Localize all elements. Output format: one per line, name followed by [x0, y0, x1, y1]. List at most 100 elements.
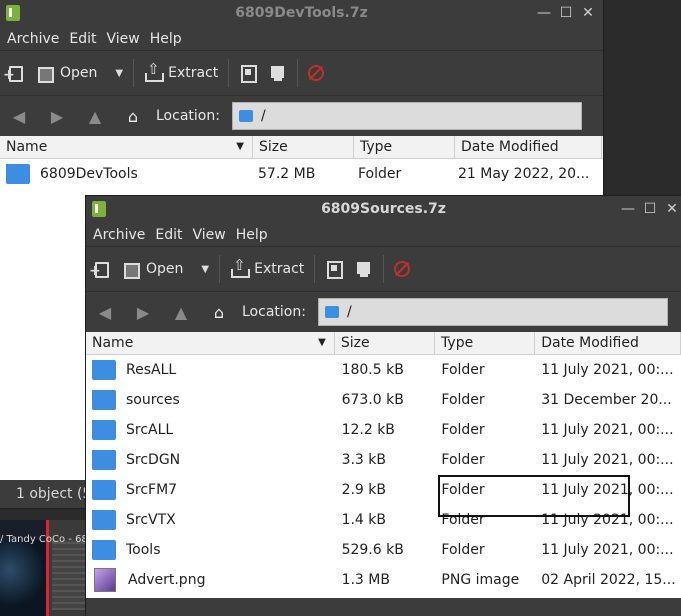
column-header-name[interactable]: Name ▼	[0, 136, 253, 158]
add-files-button[interactable]	[86, 251, 116, 287]
menu-edit[interactable]: Edit	[150, 224, 187, 246]
table-row[interactable]: sources 673.0 kB Folder 31 December 20..…	[86, 385, 681, 415]
window-title: 6809Sources.7z	[321, 201, 446, 217]
add-files-button[interactable]	[0, 55, 30, 91]
back-arrow-icon[interactable]: ◀	[0, 107, 38, 126]
file-size: 529.6 kB	[341, 542, 404, 558]
file-date: 11 July 2021, 00:...	[541, 512, 674, 528]
close-button[interactable]: ✕	[663, 199, 681, 219]
chevron-down-icon[interactable]: ▼	[115, 68, 123, 79]
archive-info-button[interactable]	[349, 251, 379, 287]
location-bar: ◀ ▶ ▲ ⌂ Location: /	[86, 291, 681, 332]
home-icon[interactable]: ⌂	[200, 303, 238, 322]
toolbar-separator	[219, 255, 221, 283]
sort-down-icon: ▼	[236, 141, 244, 152]
toolbar-separator	[133, 59, 135, 87]
maximize-button[interactable]: ☐	[641, 199, 659, 219]
open-button[interactable]: Open ▼	[116, 251, 215, 287]
open-button[interactable]: Open ▼	[30, 55, 129, 91]
file-name: Tools	[126, 542, 161, 558]
window-title: 6809DevTools.7z	[235, 5, 368, 21]
file-date: 11 July 2021, 00:...	[541, 542, 674, 558]
column-header-size[interactable]: Size	[253, 136, 354, 158]
background-window-thumbnail: / Tandy CoCo - 6809	[0, 520, 90, 616]
archive-window-sources[interactable]: 6809Sources.7z — ☐ ✕ Archive Edit View H…	[86, 196, 681, 616]
location-input[interactable]: /	[317, 298, 668, 326]
column-header-size[interactable]: Size	[335, 332, 436, 354]
extract-button[interactable]: Extract	[224, 251, 310, 287]
archive-info-icon	[355, 260, 373, 278]
file-size: 2.9 kB	[341, 482, 387, 498]
extract-label: Extract	[254, 261, 305, 277]
table-row[interactable]: Tools 529.6 kB Folder 11 July 2021, 00:.…	[86, 535, 681, 565]
background-image	[0, 540, 48, 616]
file-type: Folder	[441, 452, 485, 468]
close-button[interactable]: ✕	[579, 3, 597, 23]
menu-archive[interactable]: Archive	[2, 28, 64, 50]
image-file-icon	[94, 568, 116, 592]
menu-help[interactable]: Help	[145, 28, 187, 50]
column-header-date[interactable]: Date Modified	[535, 332, 681, 354]
menu-archive[interactable]: Archive	[88, 224, 150, 246]
folder-icon	[92, 420, 116, 440]
minimize-button[interactable]: —	[619, 199, 637, 219]
up-arrow-icon[interactable]: ▲	[162, 303, 200, 322]
file-type: Folder	[441, 422, 485, 438]
file-date: 11 July 2021, 00:...	[541, 362, 674, 378]
home-icon[interactable]: ⌂	[114, 107, 152, 126]
test-archive-icon	[239, 64, 258, 83]
column-header-name[interactable]: Name ▼	[86, 332, 335, 354]
file-type: PNG image	[441, 572, 520, 588]
file-name: SrcVTX	[126, 512, 176, 528]
test-archive-button[interactable]	[319, 251, 349, 287]
file-size: 12.2 kB	[341, 422, 395, 438]
forward-arrow-icon[interactable]: ▶	[124, 303, 162, 322]
add-files-icon	[3, 64, 24, 83]
chevron-down-icon[interactable]: ▼	[201, 264, 209, 275]
add-files-icon	[89, 260, 110, 279]
location-input[interactable]: /	[231, 102, 582, 130]
file-name: Advert.png	[128, 572, 206, 588]
stop-button[interactable]	[302, 55, 330, 91]
menu-view[interactable]: View	[102, 28, 145, 50]
folder-icon	[92, 390, 116, 410]
file-size: 57.2 MB	[258, 166, 316, 182]
table-row[interactable]: SrcFM7 2.9 kB Folder 11 July 2021, 00:..…	[86, 475, 681, 505]
menu-edit[interactable]: Edit	[64, 28, 101, 50]
file-name: 6809DevTools	[40, 166, 138, 182]
maximize-button[interactable]: ☐	[557, 3, 575, 23]
stop-button[interactable]	[388, 251, 416, 287]
file-type: Folder	[441, 482, 485, 498]
extract-button[interactable]: Extract	[138, 55, 224, 91]
title-bar[interactable]: 6809Sources.7z — ☐ ✕	[86, 196, 681, 224]
archive-info-button[interactable]	[263, 55, 293, 91]
test-archive-button[interactable]	[233, 55, 263, 91]
back-arrow-icon[interactable]: ◀	[86, 303, 124, 322]
folder-icon	[92, 480, 116, 500]
file-list[interactable]: Name ▼ Size Type Date Modified ResALL 180…	[86, 332, 681, 598]
location-label: Location:	[242, 304, 306, 320]
column-header-date[interactable]: Date Modified	[455, 136, 602, 158]
column-header-type[interactable]: Type	[435, 332, 536, 354]
table-row[interactable]: 6809DevTools 57.2 MB Folder 21 May 2022,…	[0, 159, 603, 189]
file-type: Folder	[441, 392, 485, 408]
title-bar[interactable]: 6809DevTools.7z — ☐ ✕	[0, 0, 603, 28]
background-grid	[52, 540, 88, 610]
menu-bar: Archive Edit View Help	[86, 224, 681, 246]
file-date: 11 July 2021, 00:...	[541, 452, 674, 468]
folder-icon	[238, 110, 253, 122]
menu-help[interactable]: Help	[231, 224, 273, 246]
file-name: sources	[126, 392, 180, 408]
extract-icon	[230, 256, 251, 278]
menu-view[interactable]: View	[188, 224, 231, 246]
table-row[interactable]: ResALL 180.5 kB Folder 11 July 2021, 00:…	[86, 355, 681, 385]
forward-arrow-icon[interactable]: ▶	[38, 107, 76, 126]
column-header-type[interactable]: Type	[354, 136, 455, 158]
table-row[interactable]: SrcVTX 1.4 kB Folder 11 July 2021, 00:..…	[86, 505, 681, 535]
table-row[interactable]: Advert.png 1.3 MB PNG image 02 April 202…	[86, 565, 681, 595]
table-row[interactable]: SrcDGN 3.3 kB Folder 11 July 2021, 00:..…	[86, 445, 681, 475]
file-type: Folder	[358, 166, 402, 182]
up-arrow-icon[interactable]: ▲	[76, 107, 114, 126]
table-row[interactable]: SrcALL 12.2 kB Folder 11 July 2021, 00:.…	[86, 415, 681, 445]
minimize-button[interactable]: —	[535, 3, 553, 23]
